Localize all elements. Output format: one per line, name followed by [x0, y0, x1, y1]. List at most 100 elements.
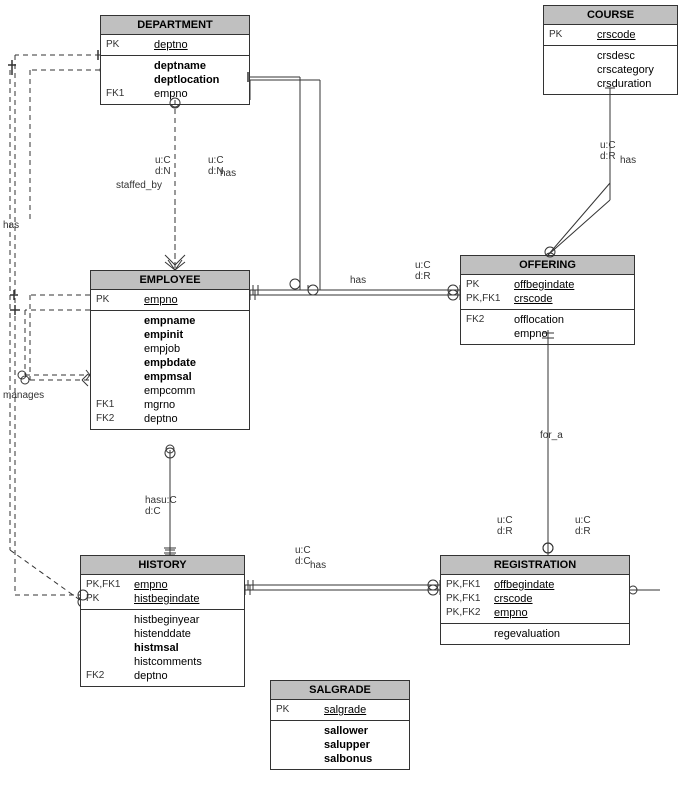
registration-offbegindate-key: PK,FK1 — [446, 578, 494, 592]
history-deptno-row: FK2 deptno — [86, 669, 239, 683]
registration-crscode-row: PK,FK1 crscode — [446, 592, 624, 606]
has-course-label: has — [620, 155, 636, 166]
course-crscode-row: PK crscode — [549, 28, 672, 42]
registration-offbegindate-row: PK,FK1 offbegindate — [446, 578, 624, 592]
employee-empno-row: PK empno — [96, 293, 244, 307]
department-fields-section: deptname deptlocation FK1 empno — [101, 56, 249, 104]
offering-offbegindate-field: offbegindate — [514, 278, 574, 292]
department-deptlocation-field: deptlocation — [154, 73, 219, 87]
has-emp-offering-label: has — [350, 275, 366, 286]
history-histbeginyear-row: histbeginyear — [86, 613, 239, 627]
offering-offlocation-row: FK2 offlocation — [466, 313, 629, 327]
history-deptno-key: FK2 — [86, 669, 134, 683]
salgrade-sallower-field: sallower — [324, 724, 368, 738]
registration-empno-row: PK,FK2 empno — [446, 606, 624, 620]
u-c-d-n-top-label: u:Cd:N — [208, 155, 224, 177]
employee-entity: EMPLOYEE PK empno empname empinit empjob — [90, 270, 250, 430]
u-c-d-c-label: u:Cd:C — [295, 545, 311, 567]
registration-fields-section: regevaluation — [441, 624, 629, 644]
u-c-d-n-dept-label: u:Cd:N — [155, 155, 171, 177]
offering-offbegindate-row: PK offbegindate — [466, 278, 629, 292]
employee-mgrno-field: mgrno — [144, 398, 175, 412]
history-histenddate-row: histenddate — [86, 627, 239, 641]
u-c-d-r-reg2-label: u:Cd:R — [575, 515, 591, 537]
employee-empno-key: PK — [96, 293, 144, 307]
employee-empinit-field: empinit — [144, 328, 183, 342]
department-empno-field: empno — [154, 87, 188, 101]
course-crsdesc-row: crsdesc — [549, 49, 672, 63]
department-entity: DEPARTMENT PK deptno deptname deptlocati… — [100, 15, 250, 105]
registration-regevaluation-field: regevaluation — [494, 627, 560, 641]
employee-empno-field: empno — [144, 293, 178, 307]
course-crsduration-field: crsduration — [597, 77, 651, 91]
manages-label: manages — [3, 390, 44, 401]
history-histmsal-field: histmsal — [134, 641, 179, 655]
offering-empno-row: empno — [466, 327, 629, 341]
history-fields-section: histbeginyear histenddate histmsal histc… — [81, 610, 244, 686]
u-c-d-r-offering-label: u:Cd:R — [415, 260, 431, 282]
employee-deptno-field: deptno — [144, 412, 178, 426]
salgrade-salbonus-field: salbonus — [324, 752, 372, 766]
u-c-d-r-course-label: u:Cd:R — [600, 140, 616, 162]
registration-title: REGISTRATION — [441, 556, 629, 575]
employee-empjob-row: empjob — [96, 342, 244, 356]
salgrade-salgrade-row: PK salgrade — [276, 703, 404, 717]
salgrade-pk-section: PK salgrade — [271, 700, 409, 721]
department-pk-section: PK deptno — [101, 35, 249, 56]
history-title: HISTORY — [81, 556, 244, 575]
offering-fields-section: FK2 offlocation empno — [461, 310, 634, 344]
history-histbegindate-row: PK histbegindate — [86, 592, 239, 606]
course-crscategory-field: crscategory — [597, 63, 654, 77]
staffed-by-label: staffed_by — [116, 180, 162, 191]
u-c-d-r-reg-label: u:Cd:R — [497, 515, 513, 537]
department-title: DEPARTMENT — [101, 16, 249, 35]
registration-regevaluation-row: regevaluation — [446, 627, 624, 641]
has-bottom-label: has — [310, 560, 326, 571]
history-histcomments-field: histcomments — [134, 655, 202, 669]
employee-deptno-key: FK2 — [96, 412, 144, 426]
employee-empmsal-field: empmsal — [144, 370, 192, 384]
salgrade-sallower-row: sallower — [276, 724, 404, 738]
salgrade-salupper-row: salupper — [276, 738, 404, 752]
salgrade-title: SALGRADE — [271, 681, 409, 700]
has-left-label: has — [3, 220, 19, 231]
registration-crscode-field: crscode — [494, 592, 533, 606]
history-empno-row: PK,FK1 empno — [86, 578, 239, 592]
hasu-c-d-c-label: hasu:Cd:C — [145, 495, 177, 517]
history-deptno-field: deptno — [134, 669, 168, 683]
registration-empno-field: empno — [494, 606, 528, 620]
employee-title: EMPLOYEE — [91, 271, 249, 290]
salgrade-salgrade-field: salgrade — [324, 703, 366, 717]
offering-offlocation-field: offlocation — [514, 313, 564, 327]
offering-crscode-field: crscode — [514, 292, 553, 306]
department-deptno-row: PK deptno — [106, 38, 244, 52]
course-pk-section: PK crscode — [544, 25, 677, 46]
employee-empinit-row: empinit — [96, 328, 244, 342]
offering-offlocation-key: FK2 — [466, 313, 514, 327]
registration-pk-section: PK,FK1 offbegindate PK,FK1 crscode PK,FK… — [441, 575, 629, 624]
course-crscode-field: crscode — [597, 28, 636, 42]
salgrade-salbonus-row: salbonus — [276, 752, 404, 766]
registration-empno-key: PK,FK2 — [446, 606, 494, 620]
employee-empname-field: empname — [144, 314, 195, 328]
history-histbegindate-key: PK — [86, 592, 134, 606]
salgrade-salgrade-key: PK — [276, 703, 324, 717]
employee-fields-section: empname empinit empjob empbdate empmsal … — [91, 311, 249, 429]
employee-pk-section: PK empno — [91, 290, 249, 311]
history-empno-field: empno — [134, 578, 168, 592]
course-title: COURSE — [544, 6, 677, 25]
history-entity: HISTORY PK,FK1 empno PK histbegindate hi… — [80, 555, 245, 687]
history-pk-section: PK,FK1 empno PK histbegindate — [81, 575, 244, 610]
employee-empbdate-field: empbdate — [144, 356, 196, 370]
department-empno-key: FK1 — [106, 87, 154, 101]
department-empno-row: FK1 empno — [106, 87, 244, 101]
employee-mgrno-row: FK1 mgrno — [96, 398, 244, 412]
course-crsduration-row: crsduration — [549, 77, 672, 91]
offering-pk-section: PK offbegindate PK,FK1 crscode — [461, 275, 634, 310]
employee-empname-row: empname — [96, 314, 244, 328]
department-deptname-row: deptname — [106, 59, 244, 73]
salgrade-salupper-field: salupper — [324, 738, 370, 752]
registration-crscode-key: PK,FK1 — [446, 592, 494, 606]
offering-crscode-key: PK,FK1 — [466, 292, 514, 306]
course-entity: COURSE PK crscode crsdesc crscategory cr… — [543, 5, 678, 95]
